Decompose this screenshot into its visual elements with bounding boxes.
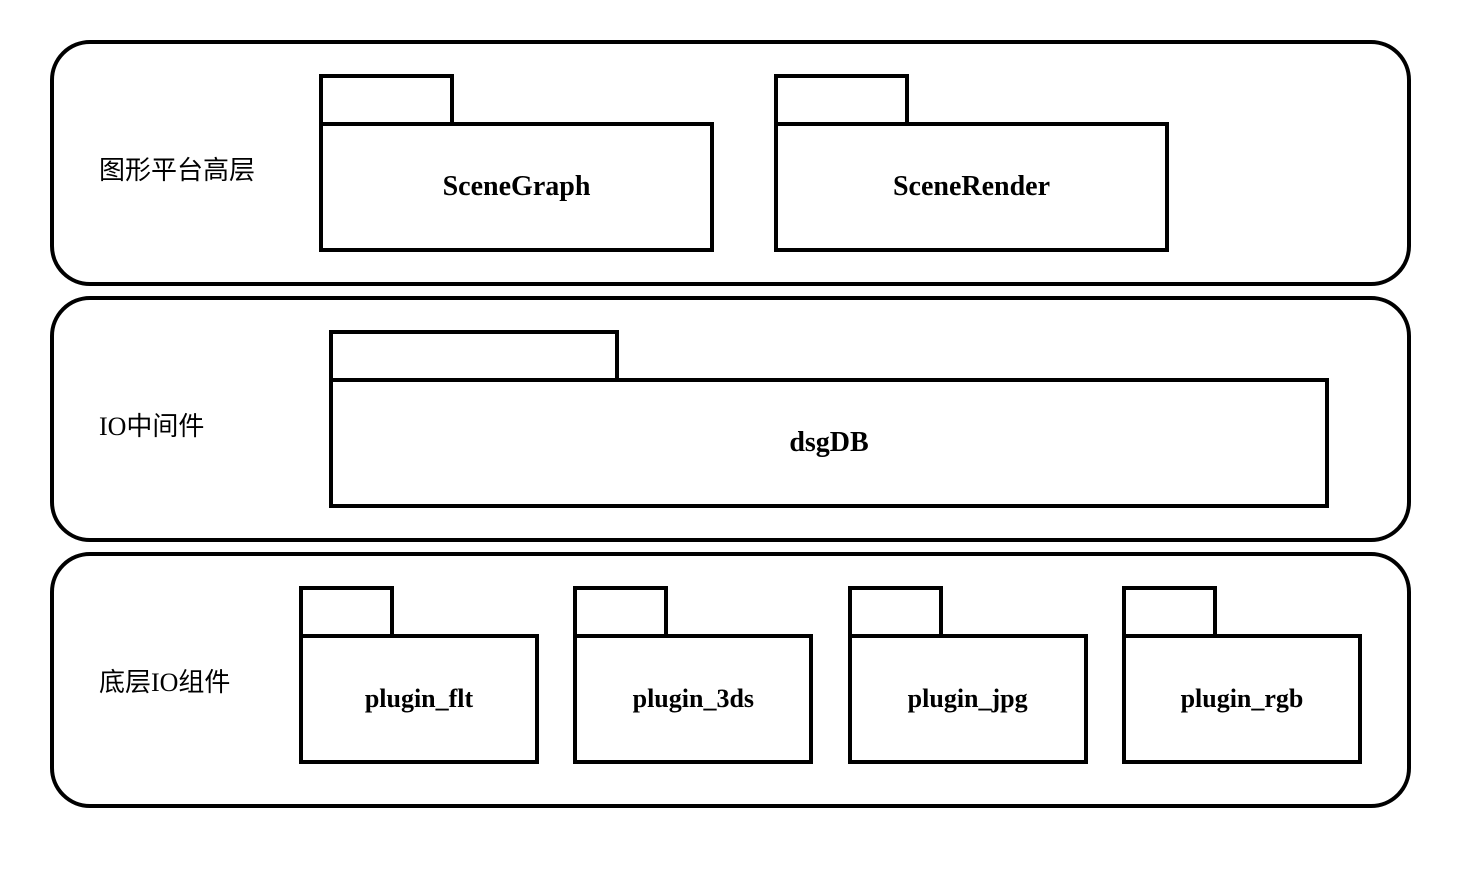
package-tab (1122, 586, 1217, 634)
package-scenegraph: SceneGraph (319, 74, 714, 252)
package-tab (299, 586, 394, 634)
package-plugin-jpg: plugin_jpg (848, 586, 1088, 764)
layer-label-bottom: 底层IO组件 (99, 652, 299, 699)
layer-graphics-platform: 图形平台高层 SceneGraph SceneRender (50, 40, 1411, 286)
packages-bottom: plugin_flt plugin_3ds plugin_jpg plugin_… (299, 586, 1362, 764)
package-tab (329, 330, 619, 378)
packages-top: SceneGraph SceneRender (299, 74, 1362, 252)
package-dsgdb: dsgDB (329, 330, 1329, 508)
package-plugin-3ds: plugin_3ds (573, 586, 813, 764)
package-tab (774, 74, 909, 122)
package-body: dsgDB (329, 378, 1329, 508)
package-body: SceneGraph (319, 122, 714, 252)
package-body: plugin_flt (299, 634, 539, 764)
package-body: plugin_rgb (1122, 634, 1362, 764)
package-body: plugin_3ds (573, 634, 813, 764)
package-plugin-flt: plugin_flt (299, 586, 539, 764)
package-tab (319, 74, 454, 122)
package-plugin-rgb: plugin_rgb (1122, 586, 1362, 764)
layer-label-middle: IO中间件 (99, 396, 299, 443)
package-scenerender: SceneRender (774, 74, 1169, 252)
package-body: SceneRender (774, 122, 1169, 252)
packages-middle: dsgDB (299, 330, 1362, 508)
package-tab (848, 586, 943, 634)
package-tab (573, 586, 668, 634)
layer-io-middleware: IO中间件 dsgDB (50, 296, 1411, 542)
package-body: plugin_jpg (848, 634, 1088, 764)
layer-io-components: 底层IO组件 plugin_flt plugin_3ds plugin_jpg … (50, 552, 1411, 808)
layer-label-top: 图形平台高层 (99, 140, 299, 187)
